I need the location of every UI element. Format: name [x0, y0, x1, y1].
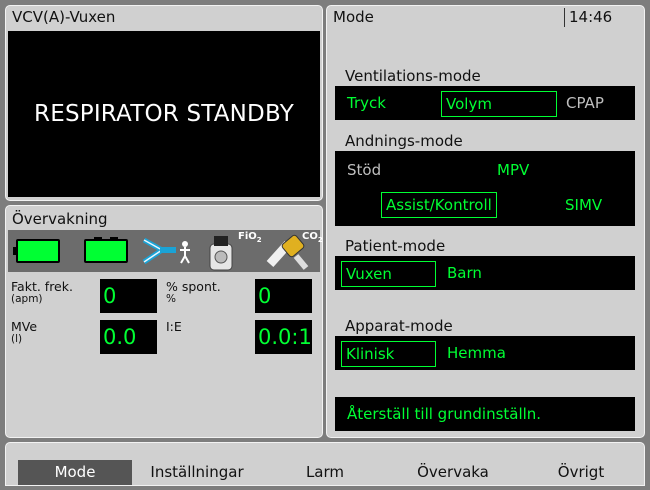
ie-value: 0.0:1 — [255, 320, 312, 354]
device-mode-group: Klinisk Hemma — [335, 336, 635, 370]
mode-panel-title: Mode — [333, 8, 374, 26]
battery-icon — [84, 237, 128, 263]
patient-mode-group: Vuxen Barn — [335, 256, 635, 290]
tab-mode[interactable]: Mode — [18, 460, 132, 485]
fio2-label: FiO — [238, 231, 257, 242]
fakt-frek-label-text: Fakt. frek. — [11, 279, 73, 294]
option-simv[interactable]: SIMV — [561, 192, 606, 218]
ventilation-mode-label: Ventilations-mode — [345, 67, 481, 85]
status-panel: VCV(A)-Vuxen RESPIRATOR STANDBY — [5, 5, 323, 201]
reset-defaults-button[interactable]: Återställ till grundinställn. — [343, 401, 545, 427]
tab-installningar[interactable]: Inställningar — [136, 460, 258, 485]
mve-value: 0.0 — [100, 320, 157, 354]
status-panel-title: VCV(A)-Vuxen — [12, 8, 116, 26]
option-volym[interactable]: Volym — [441, 91, 557, 117]
option-tryck[interactable]: Tryck — [343, 90, 390, 116]
mode-panel: Mode 14:46 Ventilations-mode Tryck Volym… — [326, 5, 645, 438]
tab-overvaka[interactable]: Övervaka — [392, 460, 514, 485]
tab-larm[interactable]: Larm — [262, 460, 388, 485]
spont-label-text: % spont. — [166, 279, 221, 294]
mve-label-text: MVe — [11, 319, 38, 334]
option-barn[interactable]: Barn — [443, 260, 486, 286]
co2-label: CO — [302, 231, 318, 242]
option-stod[interactable]: Stöd — [343, 157, 385, 183]
co2-subscript: 2 — [317, 236, 323, 244]
patient-circuit-icon — [142, 237, 190, 265]
option-hemma[interactable]: Hemma — [443, 340, 510, 366]
option-assist-kontroll[interactable]: Assist/Kontroll — [381, 192, 497, 218]
tab-bar: Mode Inställningar Larm Övervaka Övrigt — [5, 442, 645, 486]
fio2-subscript: 2 — [256, 236, 262, 244]
patient-mode-label: Patient-mode — [345, 237, 446, 255]
fakt-frek-unit: (apm) — [11, 293, 43, 305]
mve-unit: (l) — [11, 333, 23, 345]
header-divider — [564, 8, 565, 27]
option-vuxen[interactable]: Vuxen — [341, 261, 436, 287]
breathing-mode-label: Andnings-mode — [345, 132, 463, 150]
standby-message: RESPIRATOR STANDBY — [8, 31, 320, 197]
fakt-frek-value: 0 — [100, 279, 157, 313]
monitoring-panel: Övervakning FiO2 CO2 Fakt. frek. (apm) 0 — [5, 205, 323, 438]
ie-label: I:E — [166, 319, 182, 334]
spont-label: % spont. % — [166, 280, 221, 306]
spont-unit: % — [166, 293, 176, 305]
option-klinisk[interactable]: Klinisk — [341, 341, 436, 367]
clock: 14:46 — [569, 8, 613, 26]
spont-value: 0 — [255, 279, 312, 313]
option-mpv[interactable]: MPV — [493, 157, 533, 183]
battery-icon — [13, 239, 60, 263]
device-mode-label: Apparat-mode — [345, 317, 453, 335]
ventilation-mode-group: Tryck Volym CPAP — [335, 86, 635, 120]
breathing-mode-group: Stöd MPV Assist/Kontroll SIMV — [335, 151, 635, 226]
fakt-frek-label: Fakt. frek. (apm) — [11, 280, 73, 306]
tab-ovrigt[interactable]: Övrigt — [518, 460, 644, 485]
reset-defaults-bar[interactable]: Återställ till grundinställn. — [335, 397, 635, 431]
monitoring-panel-title: Övervakning — [12, 210, 108, 228]
mve-label: MVe (l) — [11, 320, 37, 346]
status-icon-strip: FiO2 CO2 — [8, 230, 323, 272]
option-cpap[interactable]: CPAP — [562, 90, 608, 116]
